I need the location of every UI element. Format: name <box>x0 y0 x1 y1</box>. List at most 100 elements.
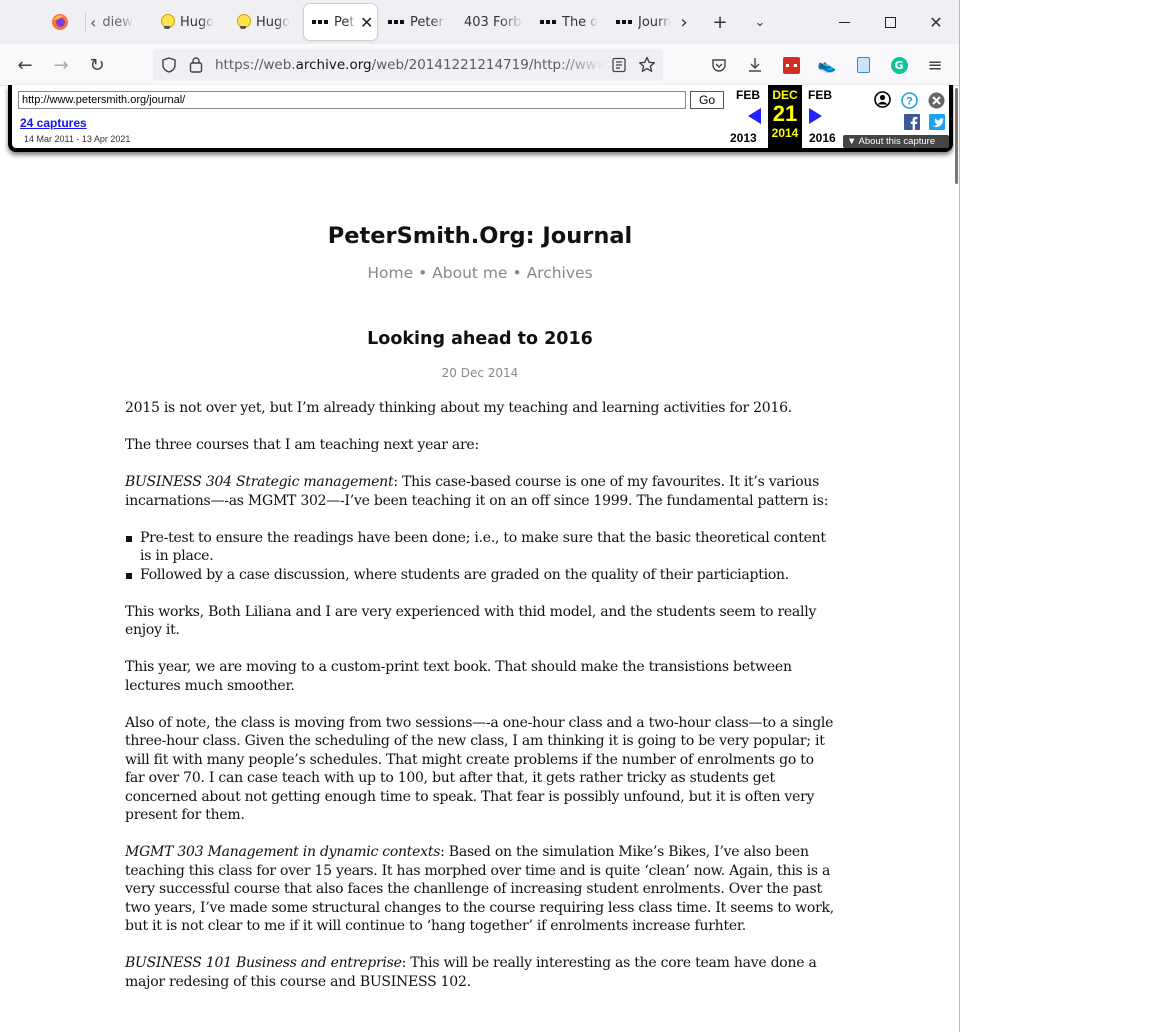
chevron-left-icon: ‹ <box>90 12 97 32</box>
document-icon <box>856 57 870 73</box>
site-navigation: Home • About me • Archives <box>0 264 959 282</box>
tab-4-active[interactable]: Pet ✕ <box>304 4 377 40</box>
extension-doc-button[interactable] <box>847 49 879 81</box>
browser-window: ‹ diew Hugo Hugo Pet ✕ PeterS 403 Forbid… <box>0 0 960 1032</box>
tab-label: The o <box>562 14 599 30</box>
plus-icon: + <box>712 11 728 33</box>
next-month-link[interactable]: FEB <box>808 88 832 102</box>
pocket-icon <box>712 59 726 72</box>
hamburger-menu-icon: ≡ <box>927 54 943 76</box>
bullet-list: Pre-test to ensure the readings have bee… <box>125 529 837 585</box>
nav-archives-link[interactable]: Archives <box>527 264 593 282</box>
about-capture-label: About this capture <box>858 136 936 147</box>
help-icon[interactable]: ? <box>901 92 918 109</box>
dots-favicon-icon <box>312 20 328 24</box>
nav-separator: • <box>418 264 428 282</box>
url-text[interactable]: https://web.archive.org/web/201412212147… <box>215 57 605 73</box>
shield-icon[interactable] <box>161 57 177 73</box>
prev-year-link[interactable]: 2013 <box>730 131 757 145</box>
current-year: 2014 <box>771 126 799 140</box>
tab-label: diew <box>102 14 133 30</box>
reload-button[interactable]: ↻ <box>81 49 113 81</box>
maximize-icon <box>884 16 896 28</box>
chevron-right-icon: › <box>680 11 688 33</box>
tab-2[interactable]: Hugo <box>160 4 230 40</box>
prev-month-link[interactable]: FEB <box>736 88 760 102</box>
post-body: 2015 is not over yet, but I’m already th… <box>125 399 837 1010</box>
bookmark-star-icon[interactable] <box>638 56 656 74</box>
extension-lastpass-button[interactable] <box>775 49 807 81</box>
download-icon <box>749 58 761 72</box>
dots-favicon-icon <box>388 20 404 24</box>
url-bar[interactable]: https://web.archive.org/web/201412212147… <box>153 49 663 81</box>
twitter-icon[interactable] <box>929 114 945 130</box>
scroll-tabs-right-button[interactable]: › <box>666 4 702 40</box>
course-name: BUSINESS 101 Business and entreprise <box>125 955 402 971</box>
firefox-view-button[interactable] <box>42 4 78 40</box>
site-title[interactable]: PeterSmith.Org: Journal <box>0 223 959 249</box>
captures-link[interactable]: 24 captures <box>20 116 87 130</box>
extension-shoe-button[interactable]: 👟 <box>811 49 843 81</box>
app-menu-button[interactable]: ≡ <box>919 49 951 81</box>
close-tab-icon[interactable]: ✕ <box>360 13 373 32</box>
maximize-button[interactable] <box>872 4 908 40</box>
course-name: MGMT 303 Management in dynamic contexts <box>125 844 441 860</box>
tab-7[interactable]: The o <box>540 4 602 40</box>
tab-label: Hugo <box>180 14 215 30</box>
list-all-tabs-button[interactable]: ⌄ <box>742 4 778 40</box>
paragraph: This year, we are moving to a custom-pri… <box>125 659 792 694</box>
about-capture-button[interactable]: ▼ About this capture <box>843 135 949 148</box>
forward-button[interactable]: → <box>45 49 77 81</box>
svg-text:?: ? <box>906 96 913 108</box>
tab-label: Pet <box>334 14 355 30</box>
paragraph: This works, Both Liliana and I are very … <box>125 603 817 639</box>
nav-about-link[interactable]: About me <box>432 264 507 282</box>
facebook-icon[interactable] <box>904 114 920 130</box>
close-window-button[interactable]: ✕ <box>918 4 954 40</box>
captures-date-range: 14 Mar 2011 - 13 Apr 2021 <box>24 134 131 144</box>
prev-capture-arrow-icon[interactable] <box>748 108 762 124</box>
course-paragraph: MGMT 303 Management in dynamic contexts:… <box>125 843 837 936</box>
url-domain: archive.org <box>295 57 372 73</box>
tab-1[interactable]: ‹ diew <box>90 4 146 40</box>
tab-6[interactable]: 403 Forbid <box>464 4 524 40</box>
user-account-icon[interactable] <box>874 91 891 108</box>
paragraph: Also of note, the class is moving from t… <box>125 714 834 824</box>
tab-8[interactable]: Journ <box>616 4 672 40</box>
tab-label: PeterS <box>410 14 446 30</box>
list-item: Pre-test to ensure the readings have bee… <box>125 529 837 566</box>
nav-home-link[interactable]: Home <box>367 264 413 282</box>
current-day: 21 <box>772 101 798 126</box>
reader-view-icon[interactable] <box>611 57 627 73</box>
dots-favicon-icon <box>540 20 556 24</box>
current-capture-date: DEC 21 2014 <box>768 85 802 148</box>
wayback-go-button[interactable]: Go <box>690 91 724 109</box>
reload-icon: ↻ <box>89 54 105 76</box>
scrollbar-thumb[interactable] <box>955 88 958 184</box>
lastpass-icon <box>782 56 800 74</box>
extension-grammarly-button[interactable]: G <box>883 49 915 81</box>
minimize-button[interactable] <box>826 4 862 40</box>
back-button[interactable]: ← <box>9 49 41 81</box>
dots-favicon-icon <box>616 20 632 24</box>
pocket-button[interactable] <box>703 49 735 81</box>
tab-strip: ‹ diew Hugo Hugo Pet ✕ PeterS 403 Forbid… <box>0 0 959 44</box>
tab-label: 403 Forbid <box>464 14 524 30</box>
caret-down-icon: ▼ <box>847 136 859 147</box>
next-year-link[interactable]: 2016 <box>809 131 836 145</box>
lightbulb-icon <box>160 14 175 30</box>
list-item: Followed by a case discussion, where stu… <box>125 566 837 585</box>
close-toolbar-icon[interactable] <box>928 92 945 109</box>
tab-3[interactable]: Hugo <box>236 4 298 40</box>
wayback-url-input[interactable]: http://www.petersmith.org/journal/ <box>18 91 686 109</box>
tab-5[interactable]: PeterS <box>388 4 446 40</box>
next-capture-arrow-icon[interactable] <box>808 108 822 124</box>
wayback-toolbar: http://www.petersmith.org/journal/ Go 24… <box>8 85 953 152</box>
new-tab-button[interactable]: + <box>702 4 738 40</box>
downloads-button[interactable] <box>739 49 771 81</box>
post-date: 20 Dec 2014 <box>441 366 519 380</box>
sneaker-icon: 👟 <box>817 56 837 74</box>
lock-icon[interactable] <box>189 56 203 73</box>
grammarly-icon: G <box>890 56 908 74</box>
course-name: BUSINESS 304 Strategic management <box>125 474 394 490</box>
